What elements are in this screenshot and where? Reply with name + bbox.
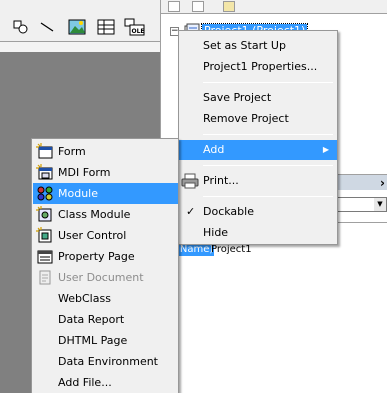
submenu-item-form[interactable]: Form — [33, 141, 178, 162]
view-object-icon[interactable] — [192, 1, 204, 12]
check-icon: ✓ — [186, 205, 196, 218]
submenu-item-class-module[interactable]: Class Module — [33, 204, 178, 225]
grid-icon[interactable] — [97, 18, 115, 36]
printer-icon — [181, 173, 199, 189]
submenu-item-label: DHTML Page — [58, 334, 128, 347]
menu-separator — [203, 134, 333, 135]
submenu-item-label: MDI Form — [58, 166, 111, 179]
submenu-item-add-file[interactable]: Add File... — [33, 372, 178, 393]
shapes-icon[interactable] — [12, 18, 30, 36]
submenu-item-user-control[interactable]: User Control — [33, 225, 178, 246]
properties-object-combo[interactable]: ▼ — [336, 197, 387, 212]
image-icon[interactable] — [68, 18, 86, 36]
user-document-icon — [36, 269, 54, 286]
form-icon — [36, 143, 54, 160]
submenu-item-label: User Document — [58, 271, 144, 284]
submenu-item-label: Property Page — [58, 250, 135, 263]
menu-separator — [203, 165, 333, 166]
module-icon — [36, 185, 54, 202]
menu-item-save-project[interactable]: Save Project — [179, 88, 337, 108]
project-context-menu: Set as Start Up Project1 Properties... S… — [178, 30, 338, 245]
menu-item-label: Save Project — [203, 91, 272, 104]
line-icon[interactable] — [38, 18, 56, 36]
menu-item-print[interactable]: Print... — [179, 171, 337, 191]
submenu-item-label: Data Environment — [58, 355, 158, 368]
menu-item-label: Dockable — [203, 205, 254, 218]
class-module-icon — [36, 206, 54, 223]
submenu-item-user-document[interactable]: User Document — [33, 267, 178, 288]
submenu-item-mdi-form[interactable]: MDI Form — [33, 162, 178, 183]
submenu-item-data-environment[interactable]: Data Environment — [33, 351, 178, 372]
submenu-item-label: Data Report — [58, 313, 125, 326]
submenu-item-data-report[interactable]: Data Report — [33, 309, 178, 330]
menu-item-add[interactable]: Add ▶ — [179, 140, 337, 160]
menu-item-label: Project1 Properties... — [203, 60, 318, 73]
ole-icon[interactable]: OLE — [124, 18, 146, 36]
submenu-item-label: Module — [58, 187, 98, 200]
submenu-item-webclass[interactable]: WebClass — [33, 288, 178, 309]
menu-item-hide[interactable]: Hide — [179, 223, 337, 243]
user-control-icon — [36, 227, 54, 244]
menu-separator — [203, 82, 333, 83]
menu-item-remove-project[interactable]: Remove Project — [179, 109, 337, 129]
menu-item-label: Remove Project — [203, 112, 289, 125]
view-code-icon[interactable] — [168, 1, 180, 12]
svg-text:OLE: OLE — [132, 28, 145, 35]
menu-item-label: Print... — [203, 174, 239, 187]
submenu-item-label: User Control — [58, 229, 127, 242]
menu-item-project-properties[interactable]: Project1 Properties... — [179, 57, 337, 77]
property-page-icon — [36, 248, 54, 265]
add-submenu: Form MDI Form Module Class Module User C… — [31, 138, 179, 393]
menu-item-set-as-start-up[interactable]: Set as Start Up — [179, 36, 337, 56]
submenu-item-label: WebClass — [58, 292, 111, 305]
properties-grid — [160, 241, 387, 393]
submenu-item-label: Add File... — [58, 376, 112, 389]
submenu-item-label: Form — [58, 145, 86, 158]
menu-item-dockable[interactable]: ✓ Dockable — [179, 202, 337, 222]
toolbox: OLE — [0, 0, 160, 42]
project-explorer-toolbar — [160, 0, 387, 14]
submenu-item-property-page[interactable]: Property Page — [33, 246, 178, 267]
submenu-item-label: Class Module — [58, 208, 131, 221]
menu-item-label: Add — [203, 143, 225, 156]
menu-item-label: Hide — [203, 226, 229, 239]
mdi-form-icon — [36, 164, 54, 181]
submenu-item-module[interactable]: Module — [33, 183, 178, 204]
submenu-arrow-icon: ▶ — [322, 145, 329, 154]
properties-titlebar: › — [336, 174, 387, 190]
toggle-folders-icon[interactable] — [223, 1, 235, 12]
menu-item-label: Set as Start Up — [203, 39, 286, 52]
submenu-item-dhtml-page[interactable]: DHTML Page — [33, 330, 178, 351]
menu-separator — [203, 196, 333, 197]
